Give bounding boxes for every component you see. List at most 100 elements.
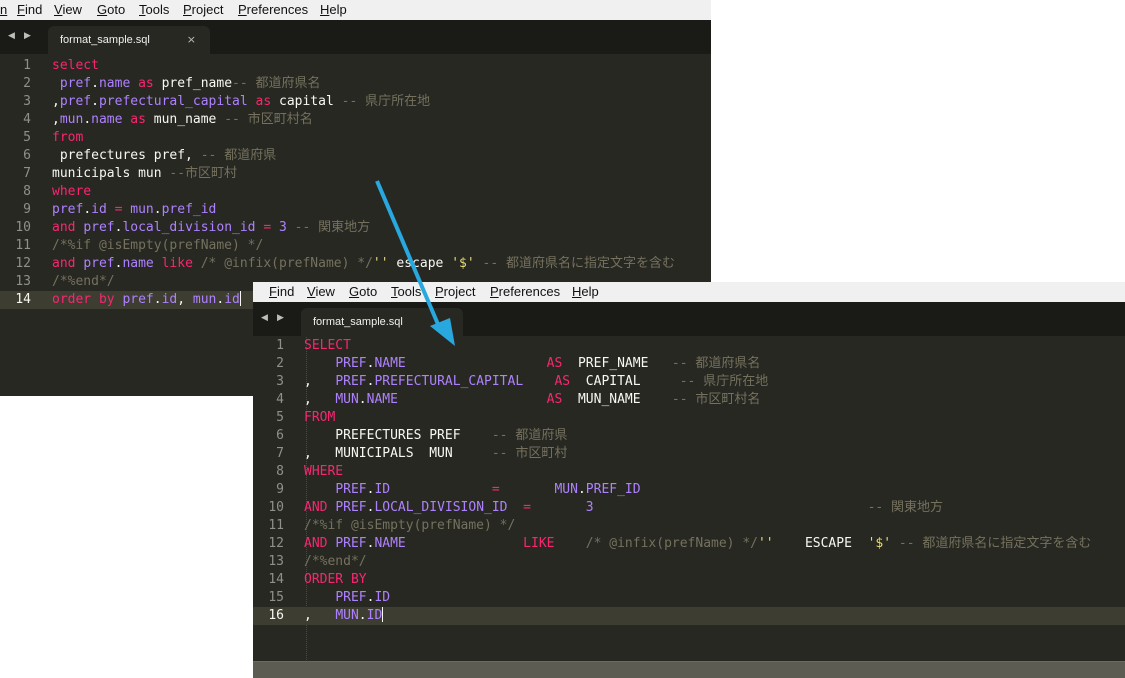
menu-find[interactable]: Find [269, 284, 294, 299]
code-token: 3 [279, 220, 287, 235]
code-token: WHERE [304, 464, 344, 479]
code-token: CAPITAL [570, 374, 680, 389]
code-text: SELECT [304, 337, 351, 355]
code-token: -- 都道府県名に指定文字を含む [898, 536, 1092, 551]
code-token: . [83, 202, 92, 217]
code-line[interactable]: 16, MUN.ID [253, 607, 1125, 625]
code-token: LOCAL_DIVISION_ID [374, 500, 508, 515]
menu-tools[interactable]: Tools [139, 2, 169, 17]
code-token: . [577, 482, 586, 497]
code-line[interactable]: 1 select [0, 57, 711, 75]
code-token: , [304, 608, 336, 623]
tab-filename: format_sample.sql [60, 34, 150, 46]
menu-find[interactable]: Find [17, 2, 42, 17]
line-number: 2 [23, 76, 31, 91]
code-line[interactable]: 13 /*%end*/ [253, 553, 1125, 571]
code-line[interactable]: 12 AND PREF.NAME LIKE /* @infix(prefName)… [253, 535, 1125, 553]
code-token: local_division_id [122, 220, 256, 235]
menu-preferences[interactable]: Preferences [238, 2, 308, 17]
code-token: pref [52, 202, 84, 217]
menu-goto[interactable]: Goto [349, 284, 377, 299]
code-text: /*%if @isEmpty(prefName) */ [52, 237, 263, 255]
code-token: -- 市区町村 [491, 446, 568, 461]
code-token: /*%end*/ [304, 554, 367, 569]
menu-project[interactable]: Project [435, 284, 475, 299]
tab-forward-icon[interactable]: ▶ [24, 31, 31, 41]
code-token: MUN [335, 392, 359, 407]
code-token: /*%if @isEmpty(prefName) */ [304, 518, 516, 533]
menu-goto[interactable]: Goto [97, 2, 125, 17]
line-number: 14 [268, 572, 284, 587]
code-line[interactable]: 8 where [0, 183, 711, 201]
code-token: mun [130, 202, 154, 217]
code-line[interactable]: 5 from [0, 129, 711, 147]
tab-file[interactable]: format_sample.sql × [48, 26, 210, 54]
code-text: /*%if @isEmpty(prefName) */ [304, 517, 515, 535]
code-line[interactable]: 1 SELECT [253, 337, 1125, 355]
code-line[interactable]: 11 /*%if @isEmpty(prefName) */ [0, 237, 711, 255]
code-token: id [161, 292, 178, 307]
code-line[interactable]: 3 ,pref.prefectural_capital as capital --… [0, 93, 711, 111]
code-line[interactable]: 10 AND PREF.LOCAL_DIVISION_ID = 3 -- 関東地方 [253, 499, 1125, 517]
tab-forward-icon[interactable]: ▶ [277, 313, 284, 323]
code-line[interactable]: 5 FROM [253, 409, 1125, 427]
line-number: 10 [268, 500, 284, 515]
code-line[interactable]: 6 PREFECTURES PREF -- 都道府県 [253, 427, 1125, 445]
line-number: 7 [23, 166, 31, 181]
code-text: and pref.local_division_id = 3 -- 関東地方 [52, 219, 370, 237]
menu-project[interactable]: Project [183, 2, 223, 17]
code-token: prefectures pref, [52, 148, 201, 163]
code-line[interactable]: 11 /*%if @isEmpty(prefName) */ [253, 517, 1125, 535]
code-line[interactable]: 4 ,mun.name as mun_name -- 市区町村名 [0, 111, 711, 129]
code-editor-formatted[interactable]: 1 SELECT 2 PREF.NAME AS PREF_NAME -- 都道府県名… [253, 337, 1125, 662]
code-token: NAME [374, 356, 406, 371]
tab-file[interactable]: format_sample.sql [301, 308, 463, 336]
code-text: pref.name as pref_name-- 都道府県名 [52, 75, 321, 93]
code-token: PREF [335, 536, 367, 551]
menu-preferences[interactable]: Preferences [490, 284, 560, 299]
code-text: AND PREF.LOCAL_DIVISION_ID = 3 -- 関東地方 [304, 499, 943, 517]
menu-tools[interactable]: Tools [391, 284, 421, 299]
code-line[interactable]: 3 , PREF.PREFECTURAL_CAPITAL AS CAPITAL -… [253, 373, 1125, 391]
code-text: PREFECTURES PREF -- 都道府県 [304, 427, 567, 445]
code-line[interactable]: 4, MUN.NAME AS MUN_NAME -- 市区町村名 [253, 391, 1125, 409]
code-line[interactable]: 2 pref.name as pref_name-- 都道府県名 [0, 75, 711, 93]
code-token: AS [546, 392, 563, 407]
code-text: order by pref.id, mun.id [52, 291, 241, 309]
code-text: municipals mun --市区町村 [52, 165, 237, 183]
code-line[interactable]: 7 municipals mun --市区町村 [0, 165, 711, 183]
code-line[interactable]: 9 pref.id = mun.pref_id [0, 201, 711, 219]
tab-back-icon[interactable]: ◀ [8, 31, 15, 41]
code-line[interactable]: 2 PREF.NAME AS PREF_NAME -- 都道府県名 [253, 355, 1125, 373]
line-number: 5 [276, 410, 284, 425]
line-number: 7 [276, 446, 284, 461]
code-line[interactable]: 7 , MUNICIPALS MUN -- 市区町村 [253, 445, 1125, 463]
code-token: pref_name [153, 76, 233, 91]
code-token: MUN [554, 482, 578, 497]
code-token: where [52, 184, 92, 199]
menu-help[interactable]: Help [320, 2, 347, 17]
horizontal-scrollbar[interactable] [253, 661, 1125, 678]
code-line[interactable]: 15 PREF.ID [253, 589, 1125, 607]
code-text: prefectures pref, -- 都道府県 [52, 147, 276, 165]
code-line[interactable]: 10 and pref.local_division_id = 3 -- 関東地方 [0, 219, 711, 237]
code-token: PREFECTURAL_CAPITAL [374, 374, 524, 389]
menu-view[interactable]: View [54, 2, 82, 17]
tab-back-icon[interactable]: ◀ [261, 313, 268, 323]
menu-help[interactable]: Help [572, 284, 599, 299]
code-line[interactable]: 6 prefectures pref, -- 都道府県 [0, 147, 711, 165]
code-token: PREF [335, 482, 367, 497]
code-line[interactable]: 9 PREF.ID = MUN.PREF_ID [253, 481, 1125, 499]
code-token: -- 都道府県 [491, 428, 568, 443]
close-icon[interactable]: × [187, 33, 196, 46]
code-line[interactable]: 14 ORDER BY [253, 571, 1125, 589]
code-line[interactable]: 12 and pref.name like /* @infix(prefName)… [0, 255, 711, 273]
tab-bar: ◀ ▶ format_sample.sql [253, 302, 1125, 336]
code-line[interactable]: 8 WHERE [253, 463, 1125, 481]
menu-view[interactable]: View [307, 284, 335, 299]
menu-bar: n Find View Goto Tools Project Preferenc… [0, 0, 711, 21]
text-cursor [382, 607, 384, 622]
